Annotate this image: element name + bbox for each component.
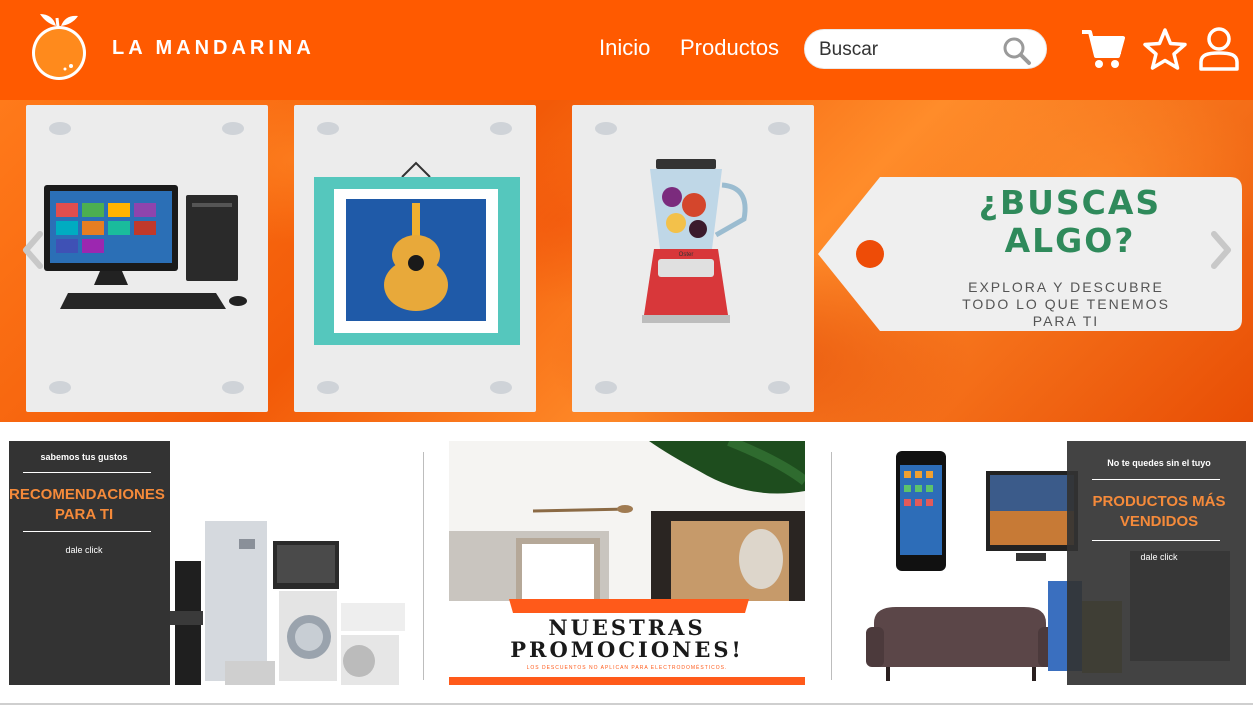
promo-divider [423, 452, 424, 680]
chevron-left-icon[interactable] [18, 230, 48, 270]
promo-recomendaciones[interactable]: sabemos tus gustos RECOMENDACIONES PARA … [9, 441, 408, 685]
promo-promociones[interactable]: NUESTRAS PROMOCIONES! LOS DESCUENTOS NO … [449, 441, 805, 685]
product-card-blender[interactable]: Oster [572, 105, 814, 412]
star-icon[interactable] [1142, 26, 1188, 72]
nav-inicio[interactable]: Inicio [599, 35, 650, 61]
search-input[interactable] [819, 37, 999, 63]
card-pin [490, 381, 512, 394]
divider-line [1092, 479, 1220, 480]
recomendaciones-kicker: sabemos tus gustos [40, 452, 128, 462]
blender-brand-label: Oster [679, 252, 694, 258]
chevron-right-icon[interactable] [1206, 230, 1236, 270]
tag-subtitle-line3: PARA TI [1032, 313, 1100, 329]
tag-title-line2: ALGO? [1004, 221, 1136, 260]
brand-name[interactable]: LA MANDARINA [112, 37, 315, 60]
card-pin [490, 122, 512, 135]
recomendaciones-text-panel [9, 441, 170, 685]
promo-divider [831, 452, 832, 680]
card-pin [49, 381, 71, 394]
cart-icon[interactable] [1080, 26, 1126, 72]
tag-subtitle-line1: EXPLORA Y DESCUBRE [968, 279, 1164, 295]
hero-carousel: Oster ¿BUSCAS ALGO? EXPLORA Y DESCUBRE T… [0, 100, 1253, 422]
card-pin [595, 122, 617, 135]
search-box [804, 29, 1047, 69]
divider-line [23, 531, 151, 532]
card-pin [595, 381, 617, 394]
card-pin [768, 381, 790, 394]
mas-vendidos-text-panel [1067, 441, 1246, 685]
product-card-painting[interactable] [294, 105, 536, 412]
card-pin [768, 122, 790, 135]
mas-vendidos-title-line1: PRODUCTOS MÁS [1092, 493, 1226, 510]
promo-mas-vendidos[interactable]: No te quedes sin el tuyo PRODUCTOS MÁS V… [856, 441, 1246, 685]
blender-image: Oster [642, 159, 748, 323]
promociones-title-line2: PROMOCIONES! [510, 637, 744, 662]
card-pin [222, 122, 244, 135]
mandarina-logo[interactable] [26, 6, 92, 82]
recomendaciones-title-line2: PARA TI [54, 506, 114, 523]
user-icon[interactable] [1196, 26, 1242, 72]
card-pin [222, 381, 244, 394]
recomendaciones-cta[interactable]: dale click [9, 545, 159, 555]
promociones-fine-print: LOS DESCUENTOS NO APLICAN PARA ELECTRODO… [526, 665, 728, 671]
mas-vendidos-title-line2: VENDIDOS [1119, 513, 1199, 530]
appliances-image [129, 521, 405, 685]
divider-line [1092, 540, 1220, 541]
nav-productos[interactable]: Productos [680, 35, 779, 61]
desktop-computer-image [44, 185, 247, 309]
mas-vendidos-kicker: No te quedes sin el tuyo [1107, 458, 1211, 468]
top-navbar: LA MANDARINA Inicio Productos [0, 0, 1253, 100]
tag-title-line1: ¿BUSCAS [978, 183, 1162, 222]
card-pin [317, 122, 339, 135]
card-pin [49, 122, 71, 135]
product-card-computer[interactable] [26, 105, 268, 412]
mas-vendidos-cta[interactable]: dale click [1079, 552, 1239, 562]
card-pin [317, 381, 339, 394]
tag-subtitle-line2: TODO LO QUE TENEMOS [962, 296, 1170, 312]
guitar-painting-image [314, 161, 520, 345]
search-icon[interactable] [1002, 36, 1032, 66]
divider-line [23, 472, 151, 473]
recomendaciones-title-line1: RECOMENDACIONES [9, 486, 165, 503]
